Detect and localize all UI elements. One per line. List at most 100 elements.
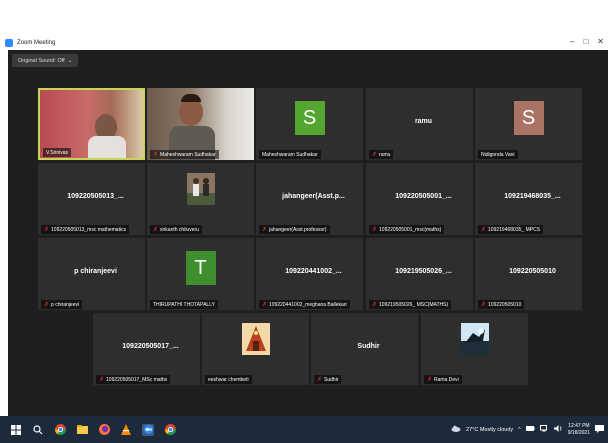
participant-name-label: ✗ Sudhir bbox=[314, 375, 342, 384]
participant-tile[interactable]: ramu ✗ ramu bbox=[366, 88, 473, 160]
participant-name-label: ✗ ramu bbox=[369, 150, 394, 159]
participant-tile[interactable]: V.Srinivas bbox=[38, 88, 145, 160]
participant-name-label: ✗ srikanth chiluveru bbox=[150, 225, 202, 234]
participant-tile[interactable]: 109220505013_... ✗ 109220505013_msc mathem… bbox=[38, 163, 145, 235]
participant-name: srikanth chiluveru bbox=[160, 226, 199, 233]
battery-icon[interactable] bbox=[525, 426, 535, 433]
participant-tile[interactable]: T THIRUPATHI THOTAPALLY bbox=[147, 238, 254, 310]
participant-name-label: ✗ 109220505017_MSc maths bbox=[96, 375, 171, 384]
mic-muted-icon: ✗ bbox=[262, 302, 268, 308]
firefox-icon[interactable] bbox=[98, 424, 110, 436]
windows-taskbar: 27°C Mostly cloudy ^ 12:47 PM 9/18/2021 bbox=[0, 416, 608, 443]
chrome-icon[interactable] bbox=[54, 424, 66, 436]
chrome-2-icon[interactable] bbox=[164, 424, 176, 436]
participant-name: Nidigonda Vani bbox=[481, 151, 515, 158]
participant-tile[interactable]: S Nidigonda Vani bbox=[475, 88, 582, 160]
participant-display-name: jahangeer(Asst.p... bbox=[282, 193, 345, 200]
notifications-icon[interactable] bbox=[595, 424, 604, 435]
participant-tile[interactable]: 109220505017_... ✗ 109220505017_MSc maths bbox=[93, 313, 200, 385]
mic-muted-icon: ✗ bbox=[153, 227, 159, 233]
participant-display-name: 109220505017_... bbox=[122, 343, 179, 350]
participant-tile[interactable]: jahangeer(Asst.p... ✗ jahangeer(Asst.profe… bbox=[256, 163, 363, 235]
gallery-view: Original Sound: Off ⌄ V.Srinivas ✗ Maheshw… bbox=[8, 50, 608, 416]
participant-display-name: 109220505010 bbox=[509, 268, 556, 275]
windows-start-icon[interactable] bbox=[10, 424, 22, 436]
participant-name: Sudhir bbox=[324, 376, 339, 383]
mic-muted-icon: ✗ bbox=[317, 377, 323, 383]
avatar: S bbox=[294, 101, 325, 135]
vlc-icon[interactable] bbox=[120, 424, 132, 436]
participant-name: V.Srinivas bbox=[46, 149, 69, 156]
participant-name-label: ✗ jahangeer(Asst.professor) bbox=[259, 225, 330, 234]
mic-muted-icon: ✗ bbox=[481, 302, 487, 308]
original-sound-label: Original Sound: Off bbox=[18, 57, 65, 64]
weather-text[interactable]: 27°C Mostly cloudy bbox=[466, 427, 513, 433]
participant-tile[interactable]: 109220441002_... ✗ 109220441002_meghana Ba… bbox=[256, 238, 363, 310]
profile-photo bbox=[241, 323, 270, 355]
original-sound-toggle[interactable]: Original Sound: Off ⌄ bbox=[12, 54, 79, 67]
clock-time: 12:47 PM bbox=[568, 422, 590, 429]
participant-name-label: ✗ Rama Devi bbox=[424, 375, 462, 384]
mic-muted-icon: ✗ bbox=[44, 302, 50, 308]
minimize-button[interactable]: – bbox=[570, 37, 574, 46]
network-icon[interactable] bbox=[539, 425, 549, 434]
participant-name: Maheshwaram Sudhakar bbox=[262, 151, 318, 158]
participant-name-label: ✗ 109220505010 bbox=[478, 300, 525, 309]
participant-tile[interactable]: Sudhir ✗ Sudhir bbox=[311, 313, 418, 385]
participant-name-label: ✗ 109220441002_meghana Ballekari bbox=[259, 300, 350, 309]
avatar: S bbox=[513, 101, 544, 135]
participant-display-name: 109220441002_... bbox=[285, 268, 342, 275]
mic-muted-icon: ✗ bbox=[99, 377, 105, 383]
weather-icon bbox=[451, 425, 461, 434]
participant-display-name: ramu bbox=[414, 118, 433, 125]
participant-tile[interactable]: S Maheshwaram Sudhakar bbox=[256, 88, 363, 160]
maximize-button[interactable]: □ bbox=[583, 37, 588, 46]
mic-muted-icon: ✗ bbox=[372, 227, 378, 233]
mic-muted-icon: ✗ bbox=[44, 227, 50, 233]
participant-name-label: ✗ 109219468035_ MPCS bbox=[478, 225, 544, 234]
file-explorer-icon[interactable] bbox=[76, 424, 88, 436]
avatar: T bbox=[185, 251, 216, 285]
profile-photo bbox=[460, 323, 489, 355]
participant-display-name: 109220505013_... bbox=[67, 193, 124, 200]
participant-name: 109220505010 bbox=[488, 301, 522, 308]
clock[interactable]: 12:47 PM 9/18/2021 bbox=[568, 423, 590, 437]
participant-name-label: ✗ 109220505013_msc mathematics bbox=[41, 225, 130, 234]
participant-name-label: ✗ Maheshwaram Sudhakar bbox=[150, 150, 219, 159]
participant-name-label: ✗ 109219505026_ MSC(MATHS) bbox=[369, 300, 452, 309]
participant-name: jahangeer(Asst.professor) bbox=[269, 226, 327, 233]
zoom-app-icon[interactable] bbox=[142, 423, 154, 436]
participant-name: 109219468035_ MPCS bbox=[488, 226, 541, 233]
zoom-window: Zoom Meeting – □ ✕ Original Sound: Off ⌄… bbox=[0, 0, 608, 443]
participant-display-name: 109219505026_... bbox=[395, 268, 452, 275]
participant-name-label: eeshwar chembeti bbox=[205, 375, 252, 384]
participant-display-name: 109220505001_... bbox=[395, 193, 452, 200]
participant-tile[interactable]: 109220505010 ✗ 109220505010 bbox=[475, 238, 582, 310]
participant-name: 109220505001_msc(maths) bbox=[379, 226, 442, 233]
window-title: Zoom Meeting bbox=[17, 40, 56, 46]
chevron-down-icon[interactable]: ⌄ bbox=[68, 58, 73, 64]
participant-tile[interactable]: eeshwar chembeti bbox=[202, 313, 309, 385]
participant-name-label: Nidigonda Vani bbox=[478, 150, 518, 159]
participant-tile[interactable]: 109219505026_... ✗ 109219505026_ MSC(MATHS… bbox=[366, 238, 473, 310]
participant-name-label: Maheshwaram Sudhakar bbox=[259, 150, 321, 159]
participant-tile[interactable]: 109219468035_... ✗ 109219468035_ MPCS bbox=[475, 163, 582, 235]
participant-name: eeshwar chembeti bbox=[208, 376, 249, 383]
participant-tile[interactable]: 109220505001_... ✗ 109220505001_msc(maths) bbox=[366, 163, 473, 235]
participant-name-label: V.Srinivas bbox=[43, 148, 72, 157]
participant-name: 109219505026_ MSC(MATHS) bbox=[379, 301, 449, 308]
search-icon[interactable] bbox=[32, 424, 44, 436]
mic-muted-icon: ✗ bbox=[427, 377, 433, 383]
participant-tile[interactable]: ✗ srikanth chiluveru bbox=[147, 163, 254, 235]
participant-name: 109220505017_MSc maths bbox=[106, 376, 168, 383]
volume-icon[interactable] bbox=[553, 425, 563, 434]
participant-tile[interactable]: ✗ Maheshwaram Sudhakar bbox=[147, 88, 254, 160]
participant-name-label: THIRUPATHI THOTAPALLY bbox=[150, 300, 218, 309]
participant-name: Maheshwaram Sudhakar bbox=[160, 151, 216, 158]
clock-date: 9/18/2021 bbox=[567, 429, 590, 436]
close-button[interactable]: ✕ bbox=[597, 37, 604, 46]
zoom-logo-icon bbox=[5, 39, 13, 47]
participant-tile[interactable]: ✗ Rama Devi bbox=[421, 313, 528, 385]
chevron-up-icon[interactable]: ^ bbox=[518, 427, 521, 433]
participant-tile[interactable]: p chiranjeevi ✗ p chiranjeevi bbox=[38, 238, 145, 310]
